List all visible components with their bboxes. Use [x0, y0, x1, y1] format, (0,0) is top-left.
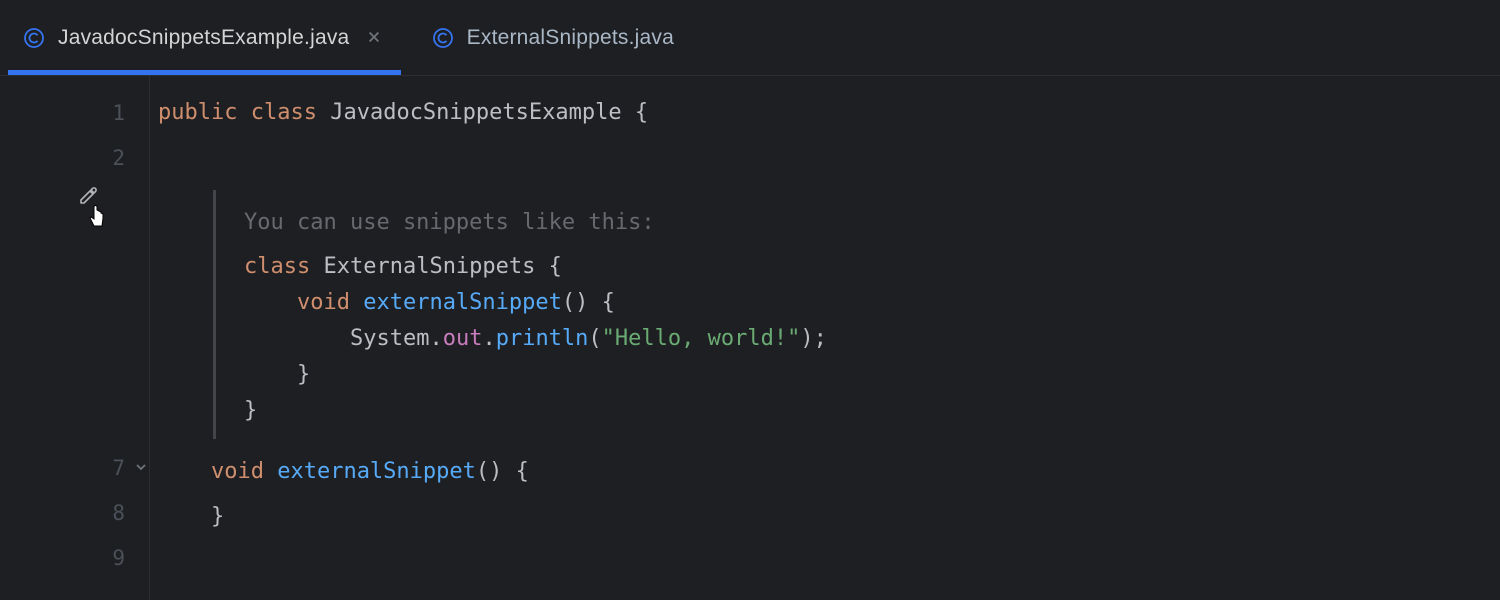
javadoc-snippet-code: class ExternalSnippets { void externalSn… — [244, 249, 1500, 429]
javadoc-rendered-block[interactable]: You can use snippets like this: class Ex… — [213, 190, 1500, 439]
java-class-icon — [24, 28, 44, 48]
pointer-cursor-icon — [86, 204, 108, 233]
line-number[interactable]: 8 — [0, 490, 149, 535]
tab-external-snippets[interactable]: ExternalSnippets.java — [409, 0, 698, 75]
code-line: void externalSnippet() { — [158, 449, 1500, 494]
gutter: 1 2 7 8 9 — [0, 76, 150, 600]
line-number[interactable]: 7 — [0, 445, 149, 490]
tab-bar: JavadocSnippetsExample.java × ExternalSn… — [0, 0, 1500, 76]
line-number[interactable]: 1 — [0, 90, 149, 135]
editor-area: 1 2 7 8 9 public class JavadocSnippetsEx… — [0, 76, 1500, 600]
code-line — [158, 135, 1500, 180]
line-number[interactable]: 9 — [0, 535, 149, 580]
chevron-down-icon[interactable] — [135, 458, 147, 477]
java-class-icon — [433, 28, 453, 48]
close-icon[interactable]: × — [363, 25, 384, 51]
line-number[interactable]: 2 — [0, 135, 149, 180]
tab-label: ExternalSnippets.java — [467, 26, 674, 50]
code-line — [158, 539, 1500, 584]
tab-javadoc-snippets-example[interactable]: JavadocSnippetsExample.java × — [0, 0, 409, 75]
code-line: public class JavadocSnippetsExample { — [158, 90, 1500, 135]
gutter-doc-region — [0, 180, 149, 445]
tab-label: JavadocSnippetsExample.java — [58, 26, 349, 50]
javadoc-text: You can use snippets like this: — [244, 200, 1500, 245]
code-line: } — [158, 494, 1500, 539]
code-editor[interactable]: public class JavadocSnippetsExample { Yo… — [150, 76, 1500, 600]
